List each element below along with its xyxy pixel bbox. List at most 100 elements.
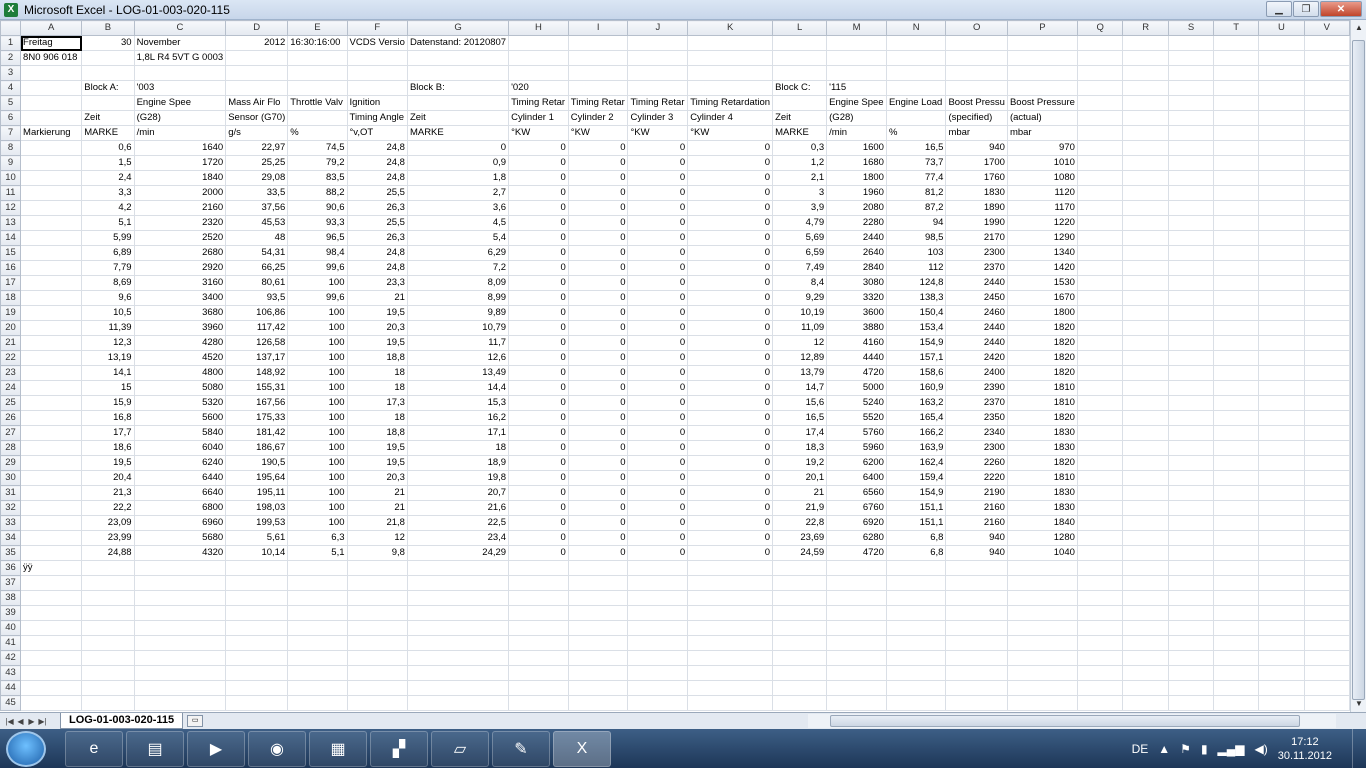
cell-h18[interactable]: 0 bbox=[508, 290, 569, 306]
cell-h30[interactable]: 0 bbox=[508, 470, 569, 486]
clock[interactable]: 17:12 30.11.2012 bbox=[1278, 735, 1332, 763]
cell-f27[interactable]: 18,8 bbox=[346, 425, 408, 441]
cell-g22[interactable]: 12,6 bbox=[406, 350, 510, 366]
cell-r4[interactable] bbox=[1122, 80, 1169, 96]
cell-t8[interactable] bbox=[1213, 140, 1260, 156]
cell-i34[interactable]: 0 bbox=[567, 530, 629, 546]
cell-v44[interactable] bbox=[1303, 680, 1350, 696]
cell-u10[interactable] bbox=[1258, 170, 1305, 186]
cell-b29[interactable]: 19,5 bbox=[81, 455, 135, 471]
cell-k20[interactable]: 0 bbox=[687, 320, 774, 336]
cell-n27[interactable]: 166,2 bbox=[885, 425, 947, 441]
cell-i27[interactable]: 0 bbox=[567, 425, 629, 441]
cell-n14[interactable]: 98,5 bbox=[885, 230, 947, 246]
cell-t45[interactable] bbox=[1213, 695, 1260, 711]
cell-l8[interactable]: 0,3 bbox=[772, 140, 828, 156]
taskbar-file-explorer-icon[interactable]: ▤ bbox=[126, 730, 184, 767]
cell-v12[interactable] bbox=[1303, 200, 1350, 216]
row-header[interactable]: 32 bbox=[0, 500, 22, 516]
cell-c6[interactable]: (G28) bbox=[133, 110, 227, 126]
cell-n41[interactable] bbox=[885, 635, 947, 651]
column-header-f[interactable]: F bbox=[346, 20, 408, 36]
row-header[interactable]: 29 bbox=[0, 455, 22, 471]
cell-q27[interactable] bbox=[1076, 425, 1124, 441]
cell-c33[interactable]: 6960 bbox=[133, 515, 227, 531]
cell-s30[interactable] bbox=[1167, 470, 1215, 486]
cell-g10[interactable]: 1,8 bbox=[406, 170, 510, 186]
cell-b24[interactable]: 15 bbox=[81, 380, 135, 396]
cell-g28[interactable]: 18 bbox=[406, 440, 510, 456]
cell-p10[interactable]: 1080 bbox=[1006, 170, 1078, 186]
cell-q10[interactable] bbox=[1076, 170, 1124, 186]
cell-r5[interactable] bbox=[1122, 95, 1169, 111]
cell-d12[interactable]: 37,56 bbox=[225, 200, 289, 216]
cell-r19[interactable] bbox=[1122, 305, 1169, 321]
cell-i2[interactable] bbox=[567, 50, 629, 66]
cell-g26[interactable]: 16,2 bbox=[406, 410, 510, 426]
cell-v39[interactable] bbox=[1303, 605, 1350, 621]
cell-b8[interactable]: 0,6 bbox=[81, 140, 135, 156]
cell-u25[interactable] bbox=[1258, 395, 1305, 411]
cell-j41[interactable] bbox=[627, 635, 689, 651]
cell-a22[interactable] bbox=[20, 350, 83, 366]
cell-p6[interactable]: (actual) bbox=[1006, 110, 1078, 126]
row-header[interactable]: 12 bbox=[0, 200, 22, 216]
cell-d15[interactable]: 54,31 bbox=[225, 245, 289, 261]
cell-i9[interactable]: 0 bbox=[567, 155, 629, 171]
cell-e13[interactable]: 93,3 bbox=[287, 215, 348, 231]
cell-s33[interactable] bbox=[1167, 515, 1215, 531]
cell-e35[interactable]: 5,1 bbox=[287, 545, 348, 561]
row-header[interactable]: 28 bbox=[0, 440, 22, 456]
minimize-button[interactable]: ▁ bbox=[1266, 1, 1292, 17]
cell-g41[interactable] bbox=[406, 635, 510, 651]
start-button[interactable] bbox=[6, 730, 46, 767]
cell-i35[interactable]: 0 bbox=[567, 545, 629, 561]
cell-j25[interactable]: 0 bbox=[627, 395, 689, 411]
cell-r35[interactable] bbox=[1122, 545, 1169, 561]
cell-v43[interactable] bbox=[1303, 665, 1350, 681]
cell-o45[interactable] bbox=[945, 695, 1008, 711]
cell-e11[interactable]: 88,2 bbox=[287, 185, 348, 201]
cell-f10[interactable]: 24,8 bbox=[346, 170, 408, 186]
cell-u9[interactable] bbox=[1258, 155, 1305, 171]
cell-h37[interactable] bbox=[508, 575, 569, 591]
cell-d43[interactable] bbox=[225, 665, 289, 681]
cell-e21[interactable]: 100 bbox=[287, 335, 348, 351]
cell-e31[interactable]: 100 bbox=[287, 485, 348, 501]
cell-p38[interactable] bbox=[1006, 590, 1078, 606]
cell-a18[interactable] bbox=[20, 290, 83, 306]
cell-j13[interactable]: 0 bbox=[627, 215, 689, 231]
cell-s32[interactable] bbox=[1167, 500, 1215, 516]
cell-c14[interactable]: 2520 bbox=[133, 230, 227, 246]
cell-b17[interactable]: 8,69 bbox=[81, 275, 135, 291]
cell-t33[interactable] bbox=[1213, 515, 1260, 531]
cell-v19[interactable] bbox=[1303, 305, 1350, 321]
cell-f41[interactable] bbox=[346, 635, 408, 651]
cell-e39[interactable] bbox=[287, 605, 348, 621]
column-header-p[interactable]: P bbox=[1006, 20, 1078, 36]
cell-q34[interactable] bbox=[1076, 530, 1124, 546]
cell-d5[interactable]: Mass Air Flo bbox=[225, 95, 289, 111]
cell-b44[interactable] bbox=[81, 680, 135, 696]
cell-n28[interactable]: 163,9 bbox=[885, 440, 947, 456]
cell-o28[interactable]: 2300 bbox=[945, 440, 1008, 456]
first-sheet-icon[interactable]: |◀ bbox=[4, 717, 15, 726]
cell-u27[interactable] bbox=[1258, 425, 1305, 441]
cell-u16[interactable] bbox=[1258, 260, 1305, 276]
sheet-tab-active[interactable]: LOG-01-003-020-115 bbox=[60, 713, 184, 729]
cell-j11[interactable]: 0 bbox=[627, 185, 689, 201]
column-header-e[interactable]: E bbox=[287, 20, 348, 36]
cell-c34[interactable]: 5680 bbox=[133, 530, 227, 546]
cell-s17[interactable] bbox=[1167, 275, 1215, 291]
cell-i31[interactable]: 0 bbox=[567, 485, 629, 501]
cell-b34[interactable]: 23,99 bbox=[81, 530, 135, 546]
cell-q29[interactable] bbox=[1076, 455, 1124, 471]
cell-g23[interactable]: 13,49 bbox=[406, 365, 510, 381]
cell-l20[interactable]: 11,09 bbox=[772, 320, 828, 336]
cell-c11[interactable]: 2000 bbox=[133, 185, 227, 201]
cell-b18[interactable]: 9,6 bbox=[81, 290, 135, 306]
cell-e5[interactable]: Throttle Valv bbox=[287, 95, 348, 111]
row-header[interactable]: 2 bbox=[0, 50, 22, 66]
cell-j4[interactable] bbox=[627, 80, 689, 96]
cell-j19[interactable]: 0 bbox=[627, 305, 689, 321]
